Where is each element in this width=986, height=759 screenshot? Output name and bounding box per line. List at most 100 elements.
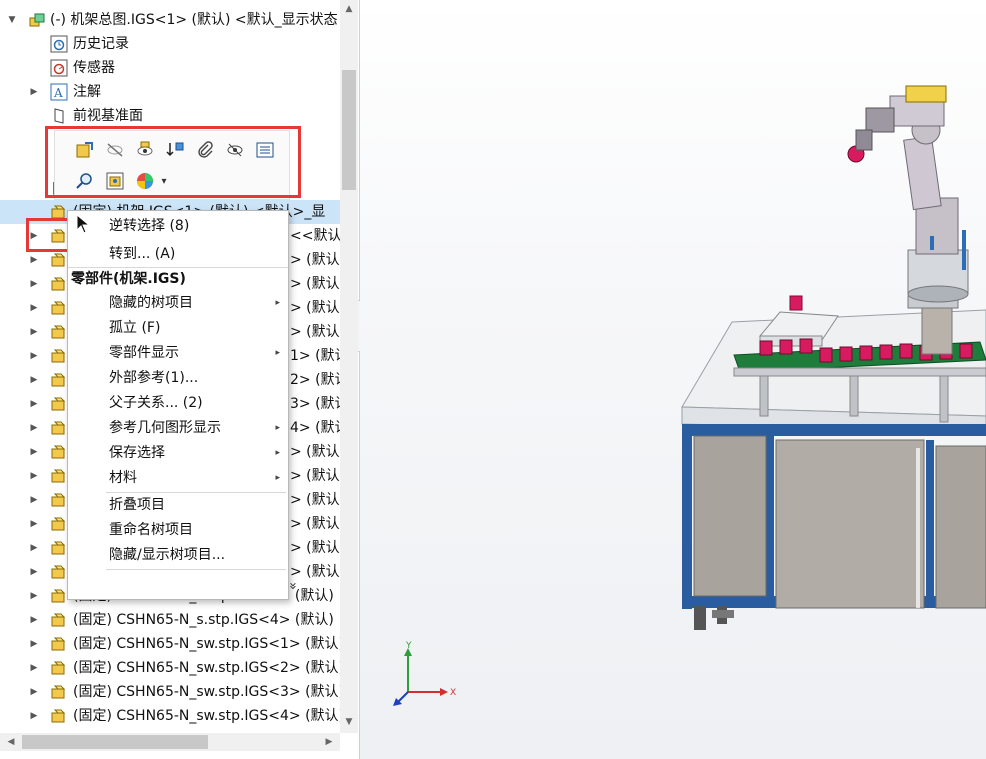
tree-item-label: > (默认 <box>290 492 340 508</box>
feature-tree: ▼ (-) 机架总图.IGS<1> (默认) <默认_显示状态 历史记录 传感器… <box>0 0 340 733</box>
collapse-arrow-icon[interactable]: ▼ <box>6 8 18 32</box>
expand-arrow-icon[interactable]: ▶ <box>28 344 40 368</box>
expand-arrow-icon[interactable]: ▶ <box>28 632 40 656</box>
menu-item-material[interactable]: 材料 ▸ <box>68 466 288 490</box>
menu-item-label: 重命名树项目 <box>109 522 193 538</box>
context-menu: 逆转选择 (8) 转到... (A) 零部件(机架.IGS) 隐藏的树项目 ▸ … <box>67 210 300 600</box>
mouse-cursor-icon <box>76 214 90 234</box>
expand-arrow-icon[interactable]: ▶ <box>28 512 40 536</box>
tree-item-annotations[interactable]: ▶ A 注解 <box>0 80 340 104</box>
part-icon <box>50 227 68 245</box>
expand-arrow-icon[interactable]: ▶ <box>28 248 40 272</box>
tree-item-front-plane[interactable]: 前视基准面 <box>0 104 340 128</box>
menu-item-label: 材料 <box>109 470 137 486</box>
tree-component-row[interactable]: ▶ (固定) CSHN65-N_s.stp.IGS<4> (默认) <box>0 608 340 632</box>
expand-arrow-icon[interactable]: ▶ <box>28 368 40 392</box>
menu-expand-more[interactable]: » <box>68 573 300 597</box>
tree-vertical-scrollbar[interactable]: ▲ ▼ <box>340 0 358 733</box>
tree-component-row[interactable]: ▶ (固定) CSHN65-N_sw.stp.IGS<1> (默认) <box>0 632 340 656</box>
submenu-arrow-icon: ▸ <box>275 473 280 483</box>
expand-arrow-icon[interactable]: ▶ <box>28 320 40 344</box>
tree-item-sensors[interactable]: 传感器 <box>0 56 340 80</box>
tree-item-label: > (默认 <box>290 540 340 556</box>
expand-arrow-icon[interactable]: ▶ <box>28 608 40 632</box>
menu-item-hidden-tree-items[interactable]: 隐藏的树项目 ▸ <box>68 291 288 315</box>
part-icon <box>50 467 68 485</box>
menu-item-reference-geometry-display[interactable]: 参考几何图形显示 ▸ <box>68 416 288 440</box>
part-icon <box>50 443 68 461</box>
expand-arrow-icon[interactable]: ▶ <box>28 488 40 512</box>
menu-item-external-references[interactable]: 外部参考(1)... <box>68 366 288 390</box>
chevron-down-icon[interactable]: ▾ <box>157 169 171 193</box>
menu-item-collapse-items[interactable]: 折叠项目 <box>68 493 288 517</box>
menu-item-component-display[interactable]: 零部件显示 ▸ <box>68 341 288 365</box>
expand-arrow-icon[interactable]: ▶ <box>28 296 40 320</box>
part-icon <box>50 539 68 557</box>
part-icon <box>50 275 68 293</box>
zoom-to-selection-icon[interactable] <box>73 169 97 193</box>
tree-horizontal-scrollbar[interactable]: ◀ ▶ <box>0 733 340 751</box>
scroll-right-arrow-icon[interactable]: ▶ <box>320 733 338 751</box>
scroll-up-arrow-icon[interactable]: ▲ <box>340 0 358 18</box>
tree-item-label: 历史记录 <box>73 36 129 52</box>
tree-item-label: 前视基准面 <box>73 108 143 124</box>
expand-arrow-icon[interactable]: ▶ <box>28 464 40 488</box>
menu-item-invert-selection[interactable]: 逆转选择 (8) <box>68 214 288 238</box>
expand-arrow-icon[interactable]: ▶ <box>28 536 40 560</box>
menu-item-label: 父子关系... (2) <box>109 395 203 411</box>
tree-item-label: 1> (默认 <box>290 348 340 364</box>
menu-item-parent-child[interactable]: 父子关系... (2) <box>68 391 288 415</box>
feature-tree-panel: ▼ (-) 机架总图.IGS<1> (默认) <默认_显示状态 历史记录 传感器… <box>0 0 360 759</box>
edit-part-icon[interactable] <box>73 138 97 162</box>
appearance-eye-icon[interactable] <box>223 138 247 162</box>
scroll-left-arrow-icon[interactable]: ◀ <box>2 733 20 751</box>
part-icon <box>50 323 68 341</box>
part-icon <box>50 707 68 725</box>
scrollbar-thumb[interactable] <box>342 70 356 190</box>
menu-item-save-selection[interactable]: 保存选择 ▸ <box>68 441 288 465</box>
view-icon[interactable] <box>103 169 127 193</box>
part-icon <box>50 563 68 581</box>
menu-item-goto[interactable]: 转到... (A) <box>68 242 288 266</box>
sensor-icon <box>50 59 68 77</box>
expand-arrow-icon[interactable]: ▶ <box>28 560 40 584</box>
expand-arrow-icon[interactable]: ▶ <box>28 440 40 464</box>
menu-item-hide-show-tree-items[interactable]: 隐藏/显示树项目... <box>68 543 288 567</box>
part-icon <box>50 251 68 269</box>
hide-icon[interactable] <box>103 138 127 162</box>
expand-arrow-icon[interactable]: ▶ <box>28 584 40 608</box>
tree-item-label: (固定) CSHN65-N_sw.stp.IGS<4> (默认) <box>73 708 340 724</box>
submenu-arrow-icon: ▸ <box>275 448 280 458</box>
menu-section-header: 零部件(机架.IGS) <box>68 267 288 291</box>
scroll-down-arrow-icon[interactable]: ▼ <box>340 713 358 731</box>
scrollbar-thumb[interactable] <box>22 735 208 749</box>
assembly-model[interactable]: Y X <box>360 0 986 759</box>
menu-item-rename-tree-item[interactable]: 重命名树项目 <box>68 518 288 542</box>
expand-arrow-icon[interactable]: ▶ <box>28 392 40 416</box>
tree-item-label: > (默认 <box>290 516 340 532</box>
expand-arrow-icon[interactable]: ▶ <box>28 224 40 248</box>
expand-arrow-icon[interactable]: ▶ <box>28 704 40 728</box>
part-icon <box>50 395 68 413</box>
expand-arrow-icon[interactable]: ▶ <box>28 416 40 440</box>
tree-item-label: (固定) CSHN65-N_s.stp.IGS<4> (默认) <box>73 612 334 628</box>
tree-item-label: (固定) CSHN65-N_sw.stp.IGS<1> (默认) <box>73 636 340 652</box>
show-icon[interactable] <box>133 138 157 162</box>
properties-icon[interactable] <box>253 138 277 162</box>
move-icon[interactable] <box>163 138 187 162</box>
tree-item-label: > (默认 <box>290 564 340 580</box>
tree-component-row[interactable]: ▶ (固定) CSHN65-N_sw.stp.IGS<3> (默认) <box>0 680 340 704</box>
expand-arrow-icon[interactable]: ▶ <box>28 272 40 296</box>
graphics-viewport[interactable]: Y X <box>360 0 986 759</box>
color-wheel-icon[interactable] <box>133 169 157 193</box>
tree-item-history[interactable]: 历史记录 <box>0 32 340 56</box>
expand-arrow-icon[interactable]: ▶ <box>28 680 40 704</box>
expand-arrow-icon[interactable]: ▶ <box>28 656 40 680</box>
paperclip-icon[interactable] <box>193 138 217 162</box>
tree-root-row[interactable]: ▼ (-) 机架总图.IGS<1> (默认) <默认_显示状态 <box>0 8 340 32</box>
double-chevron-down-icon: » <box>284 582 300 590</box>
tree-component-row[interactable]: ▶ (固定) CSHN65-N_sw.stp.IGS<4> (默认) <box>0 704 340 728</box>
tree-component-row[interactable]: ▶ (固定) CSHN65-N_sw.stp.IGS<2> (默认) <box>0 656 340 680</box>
menu-item-isolate[interactable]: 孤立 (F) <box>68 316 288 340</box>
expand-arrow-icon[interactable]: ▶ <box>28 80 40 104</box>
